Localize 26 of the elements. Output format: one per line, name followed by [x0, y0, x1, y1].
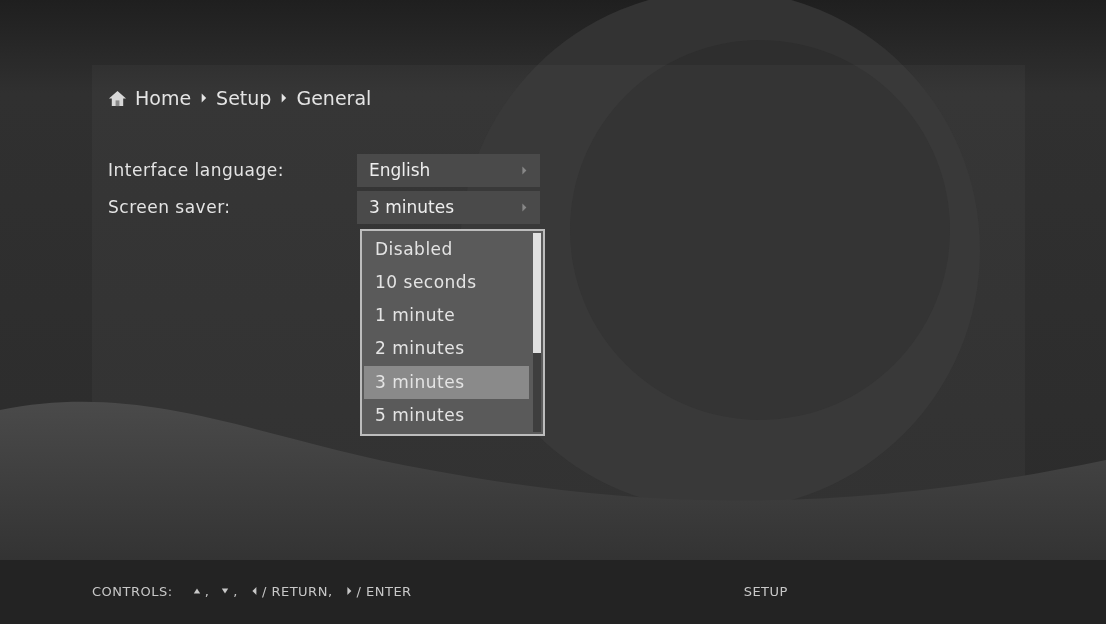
dropdown-option[interactable]: 5 minutes — [364, 398, 529, 433]
scrollbar-thumb[interactable] — [533, 233, 541, 353]
chevron-icon — [199, 92, 209, 104]
dropdown-option[interactable]: 10 seconds — [364, 266, 529, 300]
chevron-icon — [520, 202, 528, 213]
breadcrumb-item[interactable]: General — [296, 83, 372, 113]
control-hint: / RETURN, — [261, 582, 333, 601]
dropdown-option[interactable]: Disabled — [364, 233, 529, 267]
right-triangle-icon — [344, 586, 353, 597]
breadcrumb-item[interactable]: Home — [135, 83, 192, 113]
footer-label: CONTROLS: — [92, 582, 173, 601]
setting-label: Screen saver: — [108, 195, 232, 219]
dropdown-option[interactable]: 1 minute — [364, 299, 529, 333]
scrollbar[interactable] — [533, 233, 541, 432]
control-hint: , — [233, 582, 238, 601]
chevron-icon — [520, 165, 528, 176]
setting-value[interactable]: 3 minutes — [357, 191, 540, 224]
chevron-icon — [279, 92, 289, 104]
dropdown-option[interactable]: 2 minutes — [364, 332, 529, 366]
house-icon — [108, 88, 127, 108]
setting-label: Interface language: — [108, 158, 285, 182]
setting-value[interactable]: English — [357, 154, 540, 187]
section-label: SETUP — [743, 582, 788, 601]
breadcrumb-item[interactable]: Setup — [216, 83, 272, 113]
control-hint: / ENTER — [356, 582, 412, 601]
control-hint: , — [204, 582, 210, 601]
